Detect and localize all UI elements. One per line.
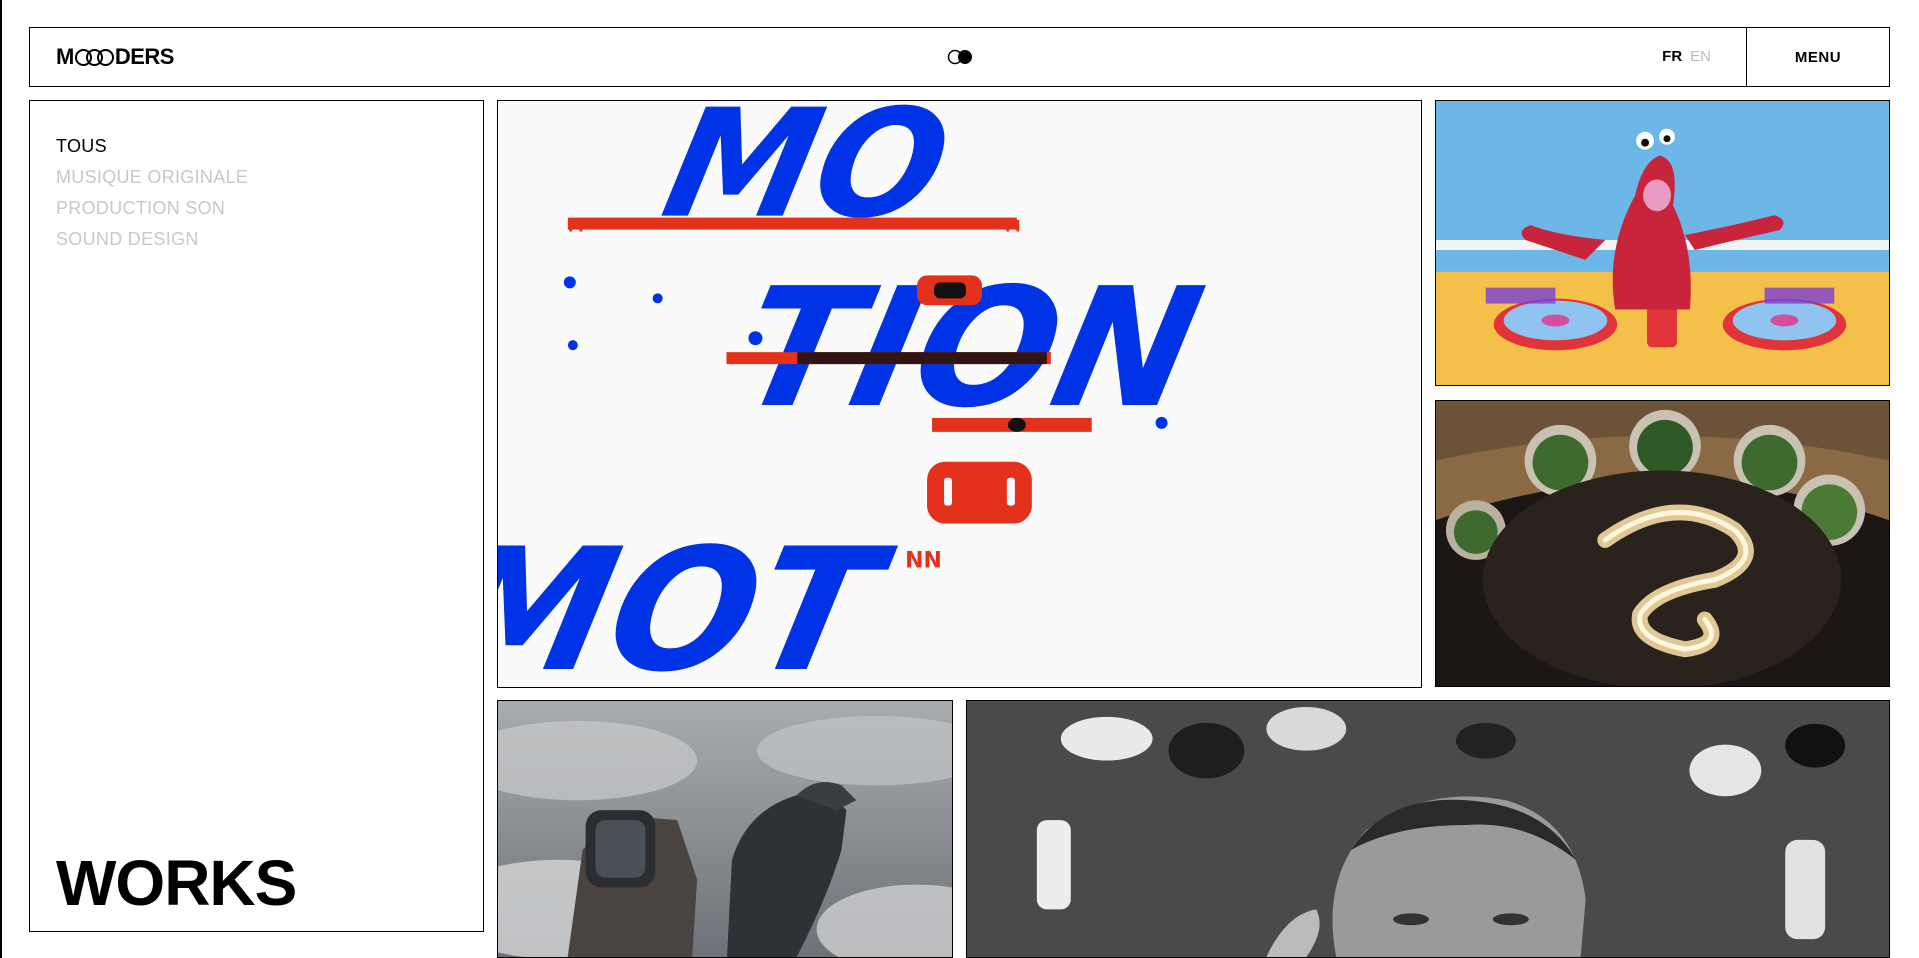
watch-eagle-image [498,701,952,957]
art-text-nn: NN [905,548,942,573]
filter-all[interactable]: TOUS [56,131,248,162]
site-header: M DERS FR EN MENU [29,27,1890,87]
chess-portrait-image [967,701,1889,957]
filter-original-music[interactable]: MUSIQUE ORIGINALE [56,162,248,193]
category-filter-list: TOUS MUSIQUE ORIGINALE PRODUCTION SON SO… [56,131,248,255]
logo-text-prefix: M [56,44,74,69]
filter-sidebar: TOUS MUSIQUE ORIGINALE PRODUCTION SON SO… [29,100,484,932]
lang-fr[interactable]: FR [1662,48,1682,65]
filter-sound-production[interactable]: PRODUCTION SON [56,193,248,224]
banquet-aerial-image [1436,401,1889,686]
work-tile-motion-typography[interactable]: MO TION MOT M M NN [497,100,1422,688]
work-tile-red-puppet-dj[interactable] [1435,100,1890,386]
work-tile-watch-eagle[interactable] [497,700,953,958]
art-text-m-right: M [1005,217,1021,236]
logo-text-suffix: DERS [114,44,175,69]
language-switcher: FR EN [1662,48,1711,65]
motion-typography-image: MO TION MOT M M NN [498,101,1421,687]
logo[interactable]: M DERS [56,44,174,70]
art-text-mot: MOT [498,513,906,687]
logo-rings-icon [74,48,114,66]
red-puppet-dj-image [1436,101,1889,385]
filter-sound-design[interactable]: SOUND DESIGN [56,224,248,255]
art-text-m-left: M [568,217,584,236]
work-tile-chess-portrait[interactable] [966,700,1890,958]
menu-button[interactable]: MENU [1746,28,1889,86]
page-title: WORKS [56,847,297,919]
theme-toggle-icon[interactable] [947,49,975,65]
window-edge [0,0,2,958]
work-tile-banquet-aerial[interactable] [1435,400,1890,687]
lang-en[interactable]: EN [1690,48,1711,65]
